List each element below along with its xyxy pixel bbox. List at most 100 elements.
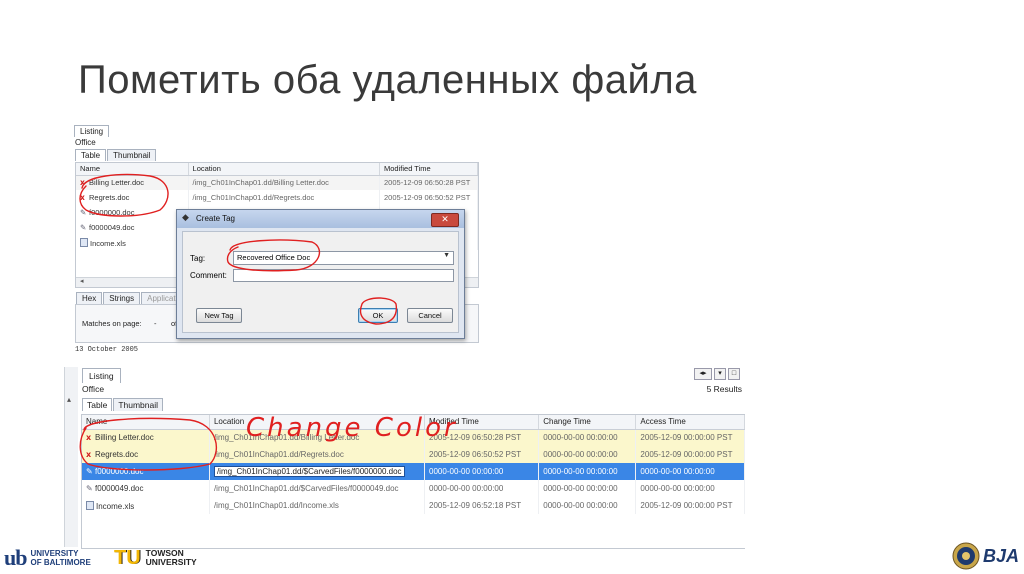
matches-label: Matches on page: xyxy=(82,319,142,328)
dropdown-icon[interactable]: ▾ xyxy=(714,368,726,380)
table-row[interactable]: x Regrets.doc /img_Ch01InChap01.dd/Regret… xyxy=(82,446,745,463)
cancel-button[interactable]: Cancel xyxy=(407,308,453,323)
tu-line2: UNIVERSITY xyxy=(145,557,197,567)
nav-back-forward-icon[interactable]: ◂▸ xyxy=(694,368,712,380)
tab-listing[interactable]: Listing xyxy=(74,125,110,137)
left-pane-scrollbar[interactable]: ▴ xyxy=(64,367,78,547)
column-header-change[interactable]: Change Time xyxy=(538,415,637,430)
file-name: Regrets.doc xyxy=(95,450,139,459)
file-change: 0000-00-00 00:00:00 xyxy=(538,480,637,497)
file-change: 0000-00-00 00:00:00 xyxy=(538,446,637,463)
slide-title: Пометить оба удаленных файла xyxy=(78,58,697,102)
tu-mark: TU xyxy=(114,546,141,569)
column-header-modified[interactable]: Modified Time xyxy=(379,163,478,176)
create-tag-dialog: ◆ Create Tag ✕ Tag: Recovered Office Doc… xyxy=(176,209,465,339)
file-location: /img_Ch01InChap01.dd/Billing Letter.doc xyxy=(209,429,426,446)
file-name: f0000000.doc xyxy=(95,467,144,476)
bja-text: BJA xyxy=(983,545,1020,566)
file-modified: 2005-12-09 06:50:28 PST xyxy=(379,175,478,190)
tab-thumbnail[interactable]: Thumbnail xyxy=(113,398,164,411)
scroll-left-icon[interactable]: ◂ xyxy=(80,277,84,285)
ub-line1: UNIVERSITY xyxy=(30,549,79,558)
chevron-down-icon[interactable]: ▼ xyxy=(443,252,450,259)
file-name: Income.xls xyxy=(90,238,126,248)
office-label: Office xyxy=(75,138,96,147)
doj-seal-icon xyxy=(952,542,980,570)
tab-listing[interactable]: Listing xyxy=(82,368,121,383)
deleted-x-icon: x xyxy=(86,450,92,459)
pencil-icon: ✎ xyxy=(80,223,87,232)
deleted-x-icon: x xyxy=(80,178,85,188)
file-access: 2005-12-09 00:00:00 PST xyxy=(635,429,745,446)
scroll-up-icon[interactable]: ▴ xyxy=(67,395,71,404)
pencil-icon: ✎ xyxy=(86,467,93,476)
comment-label: Comment: xyxy=(190,271,227,280)
file-access: 2005-12-09 00:00:00 PST xyxy=(635,446,745,463)
file-modified: 2005-12-09 06:50:28 PST xyxy=(424,429,540,446)
dialog-body: Tag: Recovered Office Doc ▼ Comment: New… xyxy=(182,231,459,333)
table-row[interactable]: x Billing Letter.doc /img_Ch01InChap01.dd… xyxy=(82,429,745,446)
file-access: 0000-00-00 00:00:00 xyxy=(635,463,745,480)
column-header-access[interactable]: Access Time xyxy=(635,415,745,430)
table-row-selected[interactable]: ✎ f0000000.doc /img_Ch01InChap01.dd/$Carv… xyxy=(82,463,745,480)
file-name: f0000049.doc xyxy=(95,484,144,493)
table-row[interactable]: x Billing Letter.doc /img_Ch01InChap01.dd… xyxy=(76,175,478,190)
file-name: Billing Letter.doc xyxy=(89,178,145,188)
office-label: Office xyxy=(82,384,105,394)
close-icon[interactable]: ✕ xyxy=(431,213,459,227)
dialog-titlebar[interactable]: ◆ Create Tag ✕ xyxy=(177,210,464,228)
file-location: /img_Ch01InChap01.dd/$CarvedFiles/f00000… xyxy=(213,466,405,477)
deleted-x-icon: x xyxy=(80,193,85,202)
tab-hex[interactable]: Hex xyxy=(76,292,103,304)
ub-logo: ub UNIVERSITY OF BALTIMORE xyxy=(4,545,91,570)
file-change: 0000-00-00 00:00:00 xyxy=(538,463,637,480)
file-name: f0000000.doc xyxy=(89,208,135,217)
maximize-icon[interactable]: □ xyxy=(728,368,740,380)
file-access: 0000-00-00 00:00:00 xyxy=(635,480,745,497)
table-row[interactable]: ✎ f0000049.doc /img_Ch01InChap01.dd/$Carv… xyxy=(82,480,745,497)
file-name: Income.xls xyxy=(96,501,135,511)
tab-thumbnail[interactable]: Thumbnail xyxy=(107,149,157,161)
tag-select-value: Recovered Office Doc xyxy=(237,253,311,262)
pencil-icon: ✎ xyxy=(80,208,87,217)
file-icon xyxy=(86,500,94,510)
tab-table[interactable]: Table xyxy=(82,398,113,411)
file-location: /img_Ch01InChap01.dd/Regrets.doc xyxy=(188,190,381,205)
column-header-name[interactable]: Name xyxy=(82,415,210,430)
column-header-modified[interactable]: Modified Time xyxy=(424,415,540,430)
file-change: 0000-00-00 00:00:00 xyxy=(538,497,637,514)
table-row[interactable]: x Regrets.doc /img_Ch01InChap01.dd/Regret… xyxy=(76,190,478,205)
file-name: f0000049.doc xyxy=(89,223,135,232)
file-modified: 2005-12-09 06:50:52 PST xyxy=(424,446,540,463)
pencil-icon: ✎ xyxy=(86,484,93,493)
column-header-name[interactable]: Name xyxy=(76,163,189,176)
bja-logo: BJA xyxy=(952,541,1019,571)
ok-button[interactable]: OK xyxy=(358,308,398,323)
file-modified: 0000-00-00 00:00:00 xyxy=(424,463,540,480)
new-tag-button[interactable]: New Tag xyxy=(196,308,242,323)
comment-field[interactable] xyxy=(233,269,454,282)
tab-table[interactable]: Table xyxy=(75,149,107,161)
app-icon: ◆ xyxy=(182,213,189,223)
tab-strings[interactable]: Strings xyxy=(103,292,141,304)
matches-value: - xyxy=(154,319,157,328)
file-location: /img_Ch01InChap01.dd/$CarvedFiles/f00000… xyxy=(209,480,426,497)
dialog-title: Create Tag xyxy=(196,214,235,223)
table-row[interactable]: Income.xls /img_Ch01InChap01.dd/Income.x… xyxy=(82,497,745,514)
towson-logo: TU TOWSON UNIVERSITY xyxy=(114,546,197,570)
file-change: 0000-00-00 00:00:00 xyxy=(538,429,637,446)
tag-label: Tag: xyxy=(190,254,206,263)
file-modified: 2005-12-09 06:52:18 PST xyxy=(424,497,540,514)
navigation-controls: ◂▸ ▾ □ xyxy=(694,368,740,380)
results-count: 5 Results xyxy=(706,384,742,394)
ub-line2: OF BALTIMORE xyxy=(30,558,91,567)
ub-mark: ub xyxy=(4,545,28,570)
bottom-file-table: Name Location Modified Time Change Time … xyxy=(82,415,745,514)
file-modified: 0000-00-00 00:00:00 xyxy=(424,480,540,497)
file-modified: 2005-12-09 06:50:52 PST xyxy=(379,190,478,205)
bottom-file-table-area: Name Location Modified Time Change Time … xyxy=(81,414,745,549)
file-location: /img_Ch01InChap01.dd/Regrets.doc xyxy=(209,446,426,463)
tag-select[interactable]: Recovered Office Doc ▼ xyxy=(233,251,454,265)
column-header-location[interactable]: Location xyxy=(209,415,426,430)
column-header-location[interactable]: Location xyxy=(188,163,381,176)
